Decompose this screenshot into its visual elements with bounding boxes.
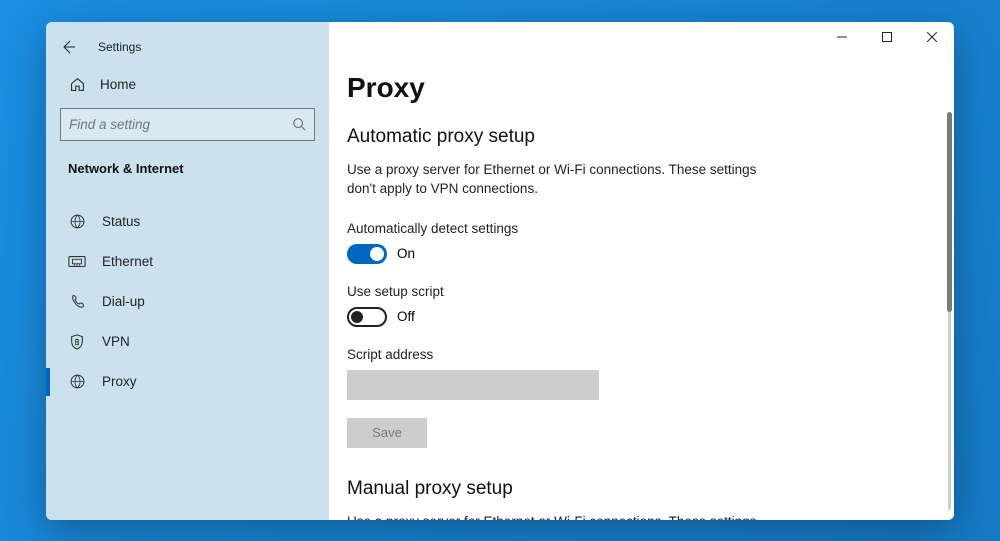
sidebar-item-status[interactable]: Status: [46, 202, 329, 242]
ethernet-icon: [68, 253, 86, 271]
sidebar-item-label: Ethernet: [102, 254, 153, 269]
autodetect-state: On: [397, 246, 415, 261]
globe-icon: [68, 213, 86, 231]
sidebar-item-vpn[interactable]: VPN: [46, 322, 329, 362]
app-title: Settings: [98, 40, 141, 54]
script-address-input: [347, 370, 599, 400]
auto-proxy-heading: Automatic proxy setup: [347, 126, 954, 148]
sidebar-item-label: VPN: [102, 334, 130, 349]
home-label: Home: [100, 77, 136, 92]
main-area: Proxy Automatic proxy setup Use a proxy …: [329, 22, 954, 520]
sidebar-item-proxy[interactable]: Proxy: [46, 362, 329, 402]
search-icon: [292, 117, 306, 131]
manual-proxy-description: Use a proxy server for Ethernet or Wi-Fi…: [347, 512, 767, 520]
save-button: Save: [347, 418, 427, 448]
sidebar-item-label: Proxy: [102, 374, 137, 389]
sidebar-item-dialup[interactable]: Dial-up: [46, 282, 329, 322]
manual-proxy-heading: Manual proxy setup: [347, 478, 954, 500]
search-box[interactable]: [60, 108, 315, 141]
usescript-toggle[interactable]: [347, 307, 387, 327]
settings-window: Settings Home Network & Internet Stat: [46, 22, 954, 520]
autodetect-toggle[interactable]: [347, 244, 387, 264]
search-wrap: [60, 108, 315, 141]
content: Proxy Automatic proxy setup Use a proxy …: [329, 22, 954, 520]
home-icon: [68, 76, 86, 94]
phone-icon: [68, 293, 86, 311]
autodetect-label: Automatically detect settings: [347, 221, 954, 236]
back-arrow-icon[interactable]: [60, 39, 76, 55]
autodetect-toggle-row: On: [347, 244, 954, 264]
usescript-state: Off: [397, 309, 415, 324]
sidebar-nav: Status Ethernet Dial-up VPN: [46, 202, 329, 402]
sidebar-item-ethernet[interactable]: Ethernet: [46, 242, 329, 282]
scrollbar-thumb[interactable]: [947, 112, 952, 312]
sidebar: Settings Home Network & Internet Stat: [46, 22, 329, 520]
page-title: Proxy: [347, 72, 954, 104]
close-button[interactable]: [909, 22, 954, 52]
auto-proxy-description: Use a proxy server for Ethernet or Wi-Fi…: [347, 160, 767, 199]
sidebar-item-label: Dial-up: [102, 294, 145, 309]
save-button-label: Save: [372, 425, 402, 440]
shield-icon: [68, 333, 86, 351]
minimize-button[interactable]: [819, 22, 864, 52]
sidebar-item-label: Status: [102, 214, 140, 229]
window-controls: [819, 22, 954, 52]
usescript-label: Use setup script: [347, 284, 954, 299]
proxy-icon: [68, 373, 86, 391]
search-input[interactable]: [69, 117, 292, 132]
sidebar-section-name: Network & Internet: [46, 157, 329, 186]
maximize-button[interactable]: [864, 22, 909, 52]
usescript-toggle-row: Off: [347, 307, 954, 327]
titlebar-left: Settings: [46, 28, 329, 62]
sidebar-home[interactable]: Home: [46, 62, 329, 108]
script-address-label: Script address: [347, 347, 954, 362]
